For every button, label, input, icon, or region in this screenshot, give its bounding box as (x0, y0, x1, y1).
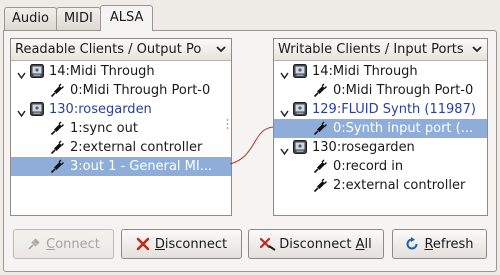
tab-alsa[interactable]: ALSA (99, 5, 154, 31)
client-icon (293, 64, 307, 78)
expander-icon[interactable] (280, 143, 289, 156)
writable-clients-header-label: Writable Clients / Input Ports (278, 42, 464, 57)
port-label: 2:external controller (333, 178, 466, 193)
client-icon (293, 140, 307, 154)
port-label: 0:Synth input port (... (333, 121, 474, 136)
refresh-icon (405, 237, 419, 251)
port-row[interactable]: 0:record in (274, 157, 487, 176)
client-row[interactable]: 129:FLUID Synth (11987) (274, 100, 487, 119)
port-row[interactable]: 0:Midi Through Port-0 (274, 81, 487, 100)
disconnect-all-button[interactable]: Disconnect All (248, 229, 384, 259)
client-label: 14:Midi Through (312, 64, 418, 79)
writable-clients-header[interactable]: Writable Clients / Input Ports (274, 39, 487, 61)
disconnect-all-button-label: Disconnect All (279, 236, 372, 252)
port-plug-icon (313, 121, 327, 136)
port-label: 0:Midi Through Port-0 (333, 83, 474, 98)
disconnect-button-label: Disconnect (154, 236, 228, 252)
plug-icon (27, 237, 41, 251)
splitter-handle[interactable] (226, 118, 229, 130)
client-row[interactable]: 130:rosegarden (274, 138, 487, 157)
port-row[interactable]: 0:Synth input port (... (274, 119, 487, 138)
x-plug-icon (260, 237, 276, 251)
client-label: 129:FLUID Synth (11987) (312, 102, 476, 117)
chevron-down-icon[interactable] (471, 39, 483, 60)
client-row[interactable]: 14:Midi Through (274, 62, 487, 81)
connect-button[interactable]: Connect (13, 229, 114, 259)
port-plug-icon (313, 159, 327, 174)
x-icon (136, 237, 150, 251)
connect-button-label: Connect (46, 236, 100, 252)
refresh-button[interactable]: Refresh (392, 229, 487, 259)
port-row[interactable]: 2:external controller (274, 176, 487, 195)
refresh-button-label: Refresh (424, 236, 474, 252)
client-icon (293, 102, 307, 116)
expander-icon[interactable] (280, 67, 289, 80)
client-label: 130:rosegarden (312, 140, 415, 155)
port-plug-icon (313, 83, 327, 98)
expander-icon[interactable] (280, 105, 289, 118)
disconnect-button[interactable]: Disconnect (121, 229, 242, 259)
writable-clients-list[interactable]: Writable Clients / Input Ports 14:Midi T… (273, 38, 488, 216)
port-plug-icon (313, 178, 327, 193)
port-label: 0:record in (333, 159, 404, 174)
